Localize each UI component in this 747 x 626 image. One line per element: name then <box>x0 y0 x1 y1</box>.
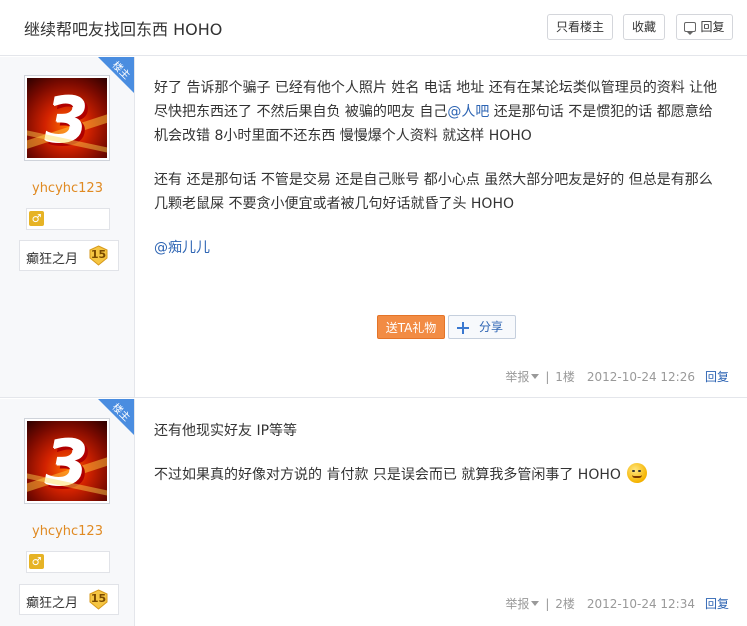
plus-icon <box>457 322 469 334</box>
post-paragraph: 不过如果真的好像对方说的 肯付款 只是误会而已 就算我多管闲事了 HOHO <box>154 463 724 487</box>
level-number: 15 <box>90 248 107 261</box>
only-op-button[interactable]: 只看楼主 <box>547 14 613 40</box>
post-floor-1: 3 yhcyhc123 ♂ 癫狂之月 15 楼主 好了 告诉那个骗子 已经有他个… <box>0 57 747 398</box>
favorite-button[interactable]: 收藏 <box>623 14 665 40</box>
level-badge-icon: 15 <box>88 589 109 610</box>
op-corner-tag: 楼主 <box>98 399 134 435</box>
post-paragraph: 还有他现实好友 IP等等 <box>154 423 298 439</box>
level-box[interactable]: 癫狂之月 15 <box>19 584 119 615</box>
gender-box: ♂ <box>26 551 110 573</box>
post-tail: 举报 | 1楼 2012-10-24 12:26 回复 <box>505 370 729 384</box>
username[interactable]: yhcyhc123 <box>0 181 135 196</box>
male-icon: ♂ <box>29 554 44 569</box>
post-tail: 举报 | 2楼 2012-10-24 12:34 回复 <box>505 597 729 611</box>
post-time: 2012-10-24 12:26 <box>586 370 695 384</box>
thread-header: 继续帮吧友找回东西 HOHO 只看楼主 收藏 回复 <box>0 0 747 56</box>
level-title: 癫狂之月 <box>26 596 79 611</box>
mention-link[interactable]: @痴儿儿 <box>154 240 210 256</box>
author-sidebar: 3 yhcyhc123 ♂ 癫狂之月 15 楼主 <box>0 399 135 626</box>
level-box[interactable]: 癫狂之月 15 <box>19 240 119 271</box>
avatar-logo: 3 <box>45 84 89 157</box>
send-gift-button[interactable]: 送TA礼物 <box>377 315 445 339</box>
floor-number: 1楼 <box>555 370 575 384</box>
level-badge-icon: 15 <box>88 245 109 266</box>
post-paragraph: 好了 告诉那个骗子 已经有他个人照片 姓名 电话 地址 还有在某论坛类似管理员的… <box>154 76 724 148</box>
mention-link[interactable]: @人吧 <box>447 104 489 120</box>
share-button[interactable]: 分享 <box>448 315 516 339</box>
post-content: 好了 告诉那个骗子 已经有他个人照片 姓名 电话 地址 还有在某论坛类似管理员的… <box>154 76 724 280</box>
paragraph-text: 不过如果真的好像对方说的 肯付款 只是误会而已 就算我多管闲事了 HOHO <box>154 467 621 483</box>
username[interactable]: yhcyhc123 <box>0 524 135 539</box>
chevron-down-icon[interactable] <box>531 374 540 379</box>
reply-link[interactable]: 回复 <box>705 370 729 384</box>
thread-title: 继续帮吧友找回东西 HOHO <box>24 20 223 39</box>
post-paragraph: 还有 还是那句话 不管是交易 还是自己账号 都小心点 虽然大部分吧友是好的 但总… <box>154 172 713 212</box>
level-title: 癫狂之月 <box>26 252 79 267</box>
report-button[interactable]: 举报 <box>505 597 529 611</box>
smirk-emoji-icon <box>626 463 647 483</box>
post-paragraph: @痴儿儿 <box>154 236 724 260</box>
post-floor-2: 3 yhcyhc123 ♂ 癫狂之月 15 楼主 还有他现实好友 IP等等 不过… <box>0 399 747 626</box>
chevron-down-icon[interactable] <box>531 601 540 606</box>
op-corner-tag: 楼主 <box>98 57 134 93</box>
male-icon: ♂ <box>29 211 44 226</box>
floor-number: 2楼 <box>555 597 575 611</box>
reply-top-label: 回复 <box>700 20 725 34</box>
reply-icon <box>684 22 697 35</box>
post-content: 还有他现实好友 IP等等 不过如果真的好像对方说的 肯付款 只是误会而已 就算我… <box>154 419 724 507</box>
reply-top-button[interactable]: 回复 <box>676 14 733 40</box>
post-time: 2012-10-24 12:34 <box>586 597 695 611</box>
reply-link[interactable]: 回复 <box>705 597 729 611</box>
report-button[interactable]: 举报 <box>505 370 529 384</box>
avatar-image: 3 <box>27 78 107 158</box>
avatar-image: 3 <box>27 421 107 501</box>
level-number: 15 <box>90 592 107 605</box>
gender-box: ♂ <box>26 208 110 230</box>
author-sidebar: 3 yhcyhc123 ♂ 癫狂之月 15 楼主 <box>0 57 135 397</box>
share-label: 分享 <box>479 320 504 334</box>
avatar-logo: 3 <box>45 427 89 500</box>
